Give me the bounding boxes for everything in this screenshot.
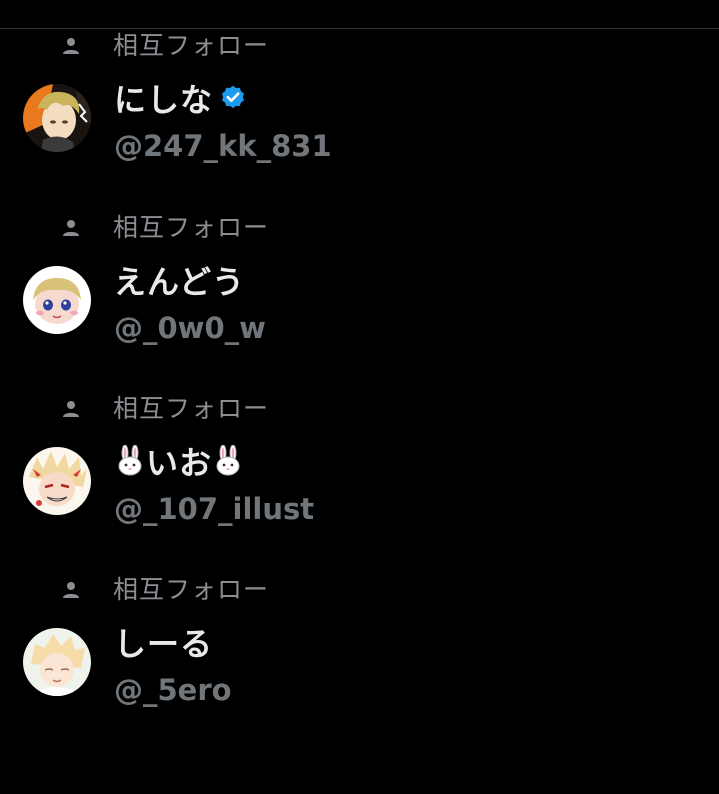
mutual-follow-label: 相互フォロー (113, 575, 270, 604)
mutual-follow-indicator: 相互フォロー (60, 208, 268, 248)
mutual-follow-label: 相互フォロー (113, 394, 270, 423)
user-cell[interactable]: 相互フォロー いお @_107_illust (0, 389, 719, 539)
user-handle[interactable]: @247_kk_831 (114, 126, 332, 166)
display-name: しーる (114, 625, 214, 663)
display-name: えんどう (114, 263, 246, 301)
mutual-follow-indicator: 相互フォロー (60, 26, 268, 66)
user-handle[interactable]: @_107_illust (114, 489, 314, 529)
person-icon (60, 579, 82, 601)
avatar[interactable] (23, 447, 91, 515)
mutual-follow-label: 相互フォロー (113, 31, 270, 60)
person-icon (60, 35, 82, 57)
avatar[interactable] (23, 266, 91, 334)
mutual-follow-indicator: 相互フォロー (60, 389, 268, 429)
avatar[interactable] (23, 628, 91, 696)
display-name-line[interactable]: えんどう (114, 258, 245, 302)
person-icon (60, 398, 82, 420)
rabbit-icon (114, 444, 146, 477)
person-icon (60, 217, 82, 239)
display-name-line[interactable]: しーる (114, 620, 213, 664)
user-cell[interactable]: 相互フォロー にしな @247_kk_831 (0, 26, 719, 176)
user-cell[interactable]: 相互フォロー しーる @_5ero (0, 570, 719, 720)
mutual-follow-indicator: 相互フォロー (60, 570, 268, 610)
display-name: にしな (114, 81, 214, 119)
display-name-line[interactable]: にしな (114, 76, 247, 120)
avatar[interactable] (23, 84, 91, 152)
verified-badge-icon (219, 84, 247, 112)
user-cell[interactable]: 相互フォロー えんどう @_0w0_w (0, 208, 719, 358)
user-handle[interactable]: @_0w0_w (114, 308, 266, 348)
rabbit-icon (212, 444, 244, 477)
mutual-follow-label: 相互フォロー (113, 213, 270, 242)
display-name-line[interactable]: いお (114, 439, 244, 483)
user-handle[interactable]: @_5ero (114, 670, 232, 710)
display-name: いお (146, 444, 213, 482)
